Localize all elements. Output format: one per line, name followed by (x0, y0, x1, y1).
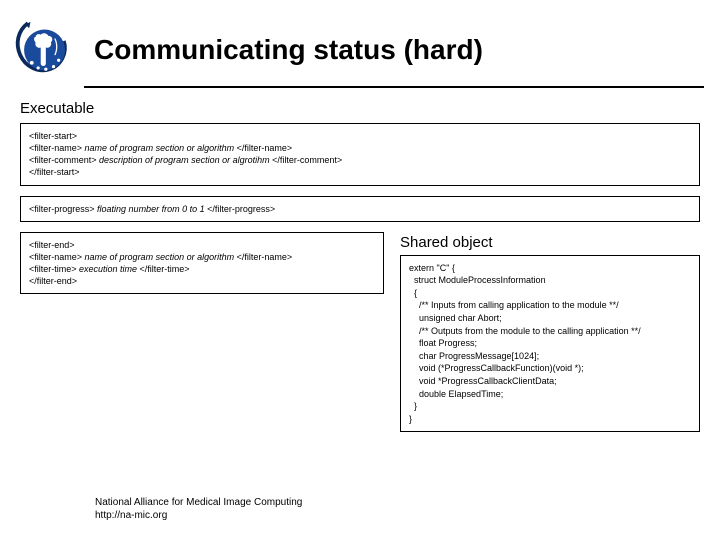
shared-object-column: Shared object extern "C" { struct Module… (400, 232, 700, 443)
code-line: <filter-comment> (29, 155, 99, 165)
code-line: </filter-start> (29, 167, 80, 177)
bottom-row: <filter-end> <filter-name> name of progr… (20, 232, 700, 443)
executable-heading: Executable (20, 100, 700, 117)
code-line: </filter-name> (234, 252, 292, 262)
slide-body: Executable <filter-start> <filter-name> … (0, 82, 720, 442)
code-line: <filter-end> (29, 240, 75, 250)
shared-object-heading: Shared object (400, 234, 700, 251)
code-line: </filter-end> (29, 276, 77, 286)
code-line: <filter-start> (29, 131, 77, 141)
title-underline (84, 86, 704, 88)
code-line: <filter-name> (29, 143, 85, 153)
namic-logo-icon (10, 18, 74, 82)
code-line: </filter-name> (234, 143, 292, 153)
code-placeholder: name of program section or algorithm (85, 252, 235, 262)
code-line: </filter-time> (137, 264, 190, 274)
slide-title: Communicating status (hard) (94, 34, 483, 66)
slide-footer: National Alliance for Medical Image Comp… (95, 496, 302, 522)
code-placeholder: execution time (79, 264, 137, 274)
code-line: <filter-time> (29, 264, 79, 274)
slide-header: Communicating status (hard) (0, 0, 720, 82)
shared-object-box: extern "C" { struct ModuleProcessInforma… (400, 255, 700, 433)
code-placeholder: description of program section or algrot… (99, 155, 270, 165)
code-line: <filter-progress> (29, 204, 97, 214)
footer-org: National Alliance for Medical Image Comp… (95, 496, 302, 509)
filter-progress-box: <filter-progress> floating number from 0… (20, 196, 700, 222)
footer-url: http://na-mic.org (95, 509, 302, 522)
filter-start-box: <filter-start> <filter-name> name of pro… (20, 123, 700, 186)
code-line: <filter-name> (29, 252, 85, 262)
code-placeholder: name of program section or algorithm (85, 143, 235, 153)
filter-end-box: <filter-end> <filter-name> name of progr… (20, 232, 384, 295)
code-placeholder: floating number from 0 to 1 (97, 204, 205, 214)
code-line: </filter-comment> (270, 155, 343, 165)
code-line: </filter-progress> (205, 204, 276, 214)
